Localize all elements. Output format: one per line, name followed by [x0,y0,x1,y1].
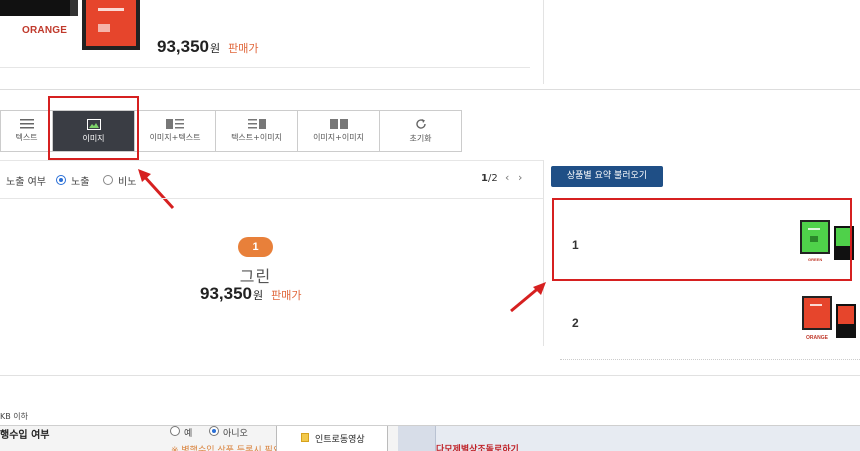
brand-label: ORANGE [22,25,68,36]
reset-icon [415,119,426,129]
mode-label: 텍스트 [15,133,38,142]
product-summary-top: ORANGE 93,350 원 판매가 [0,0,860,84]
radio-hide[interactable] [103,175,113,185]
pager-current: 1 [481,173,488,184]
price-value: 93,350 [157,37,209,56]
radio-yes[interactable] [170,426,180,436]
pager-total: /2 [487,173,498,184]
top-price: 93,350 원 판매가 [157,37,259,57]
vertical-divider [543,0,544,84]
text-lines-icon [19,119,34,129]
sale-price-label: 판매가 [228,42,259,55]
editor-red-title: 다모제별상조돌로하기 [436,445,519,451]
horizontal-divider [0,67,530,68]
preview-price: 93,350 원 판매가 [200,284,302,304]
currency-unit: 원 [253,289,264,302]
parallel-import-warning: ※ 병행수입 상품 등록시 필요 [171,446,282,451]
next-page-icon[interactable]: › [518,171,522,184]
mode-text-button[interactable]: 텍스트 [0,111,52,151]
image-text-icon [166,119,184,129]
radio-yes-label: 예 [184,429,193,439]
image-image-icon [329,119,348,129]
parallel-import-label: 행수입 여부 [0,430,50,441]
size-note: KB 이하 [0,412,28,421]
panel-divider [543,160,544,346]
text-image-icon [247,119,266,129]
exposure-row: 노출 여부 노출 비노 1/2 ‹ › [0,160,543,199]
radio-no[interactable] [209,426,219,436]
summary-list-item[interactable]: 2 ORANGE [555,280,860,360]
folder-icon [301,433,309,442]
product-preview: 1 그린 93,350 원 판매가 [0,200,543,346]
exposure-label: 노출 여부 [6,177,46,188]
reset-button[interactable]: 초기화 [379,111,461,151]
mode-text-image-button[interactable]: 텍스트+이미지 [215,111,297,151]
mode-label: 이미지+이미지 [313,133,364,142]
orange-product-thumbnail-small: ORANGE [802,296,856,341]
highlight-box-image-mode [48,96,139,160]
mode-label: 텍스트+이미지 [231,133,282,142]
mode-image-text-button[interactable]: 이미지+텍스트 [134,111,215,151]
mode-image-image-button[interactable]: 이미지+이미지 [297,111,379,151]
radio-hide-label: 비노 [118,177,137,188]
product-number-badge: 1 [238,237,273,257]
load-product-summary-button[interactable]: 상품별 요약 불러오기 [551,166,663,187]
currency-unit: 원 [210,42,221,55]
file-list-panel: 인트로동영상 [276,426,388,451]
radio-no-label: 아니오 [223,429,248,439]
radio-expose-label: 노출 [71,177,90,188]
prev-page-icon[interactable]: ‹ [505,171,509,184]
annotation-arrow-icon [510,282,546,313]
item-number: 2 [572,316,579,330]
highlight-box-summary-item [552,198,852,281]
background-window: 행수입 여부 예 아니오 ※ 병행수입 상품 등록시 필요 인트로동영상 다모제… [0,425,860,451]
editor-ruler: 다모제별상조돌로하기 [398,426,860,451]
brand-mini-text: ORANGE [806,335,829,341]
mode-label: 초기화 [409,134,432,143]
mode-label: 이미지+텍스트 [149,133,201,142]
price-value: 93,350 [200,284,252,303]
dotted-divider [560,359,860,360]
sale-price-label: 판매가 [271,289,302,302]
ruler-margin [398,426,436,451]
file-item-label[interactable]: 인트로동영상 [315,432,365,445]
radio-expose[interactable] [56,175,66,185]
section-divider [0,89,860,90]
section-divider [0,375,860,376]
pager-text: 1/2 [481,173,498,184]
